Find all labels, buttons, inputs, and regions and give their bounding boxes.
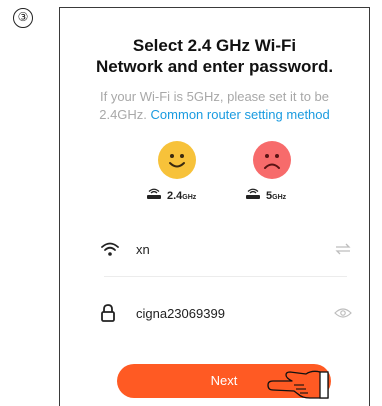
instructions-line-1: If your Wi-Fi is 5GHz, please set it to …	[99, 89, 330, 104]
wifi-network-field[interactable]: xn	[100, 234, 355, 264]
pointing-hand-icon	[267, 370, 329, 399]
instructions-text: If your Wi-Fi is 5GHz, please set it to …	[68, 88, 361, 124]
router-icon	[245, 188, 261, 203]
band-5-label: 5GHz	[266, 190, 286, 202]
switch-network-icon[interactable]	[331, 239, 355, 259]
eye-icon[interactable]	[331, 303, 355, 323]
wifi-ssid-value[interactable]: xn	[126, 242, 331, 257]
band-2-4-label: 2.4GHz	[167, 190, 196, 202]
wifi-setup-panel: Select 2.4 GHz Wi-Fi Network and enter p…	[59, 7, 370, 406]
router-icon	[146, 188, 162, 203]
password-value[interactable]: cigna23069399	[126, 306, 331, 321]
band-5ghz: 5GHz	[245, 188, 286, 203]
band-5-unit: GHz	[272, 193, 287, 201]
lock-icon	[100, 303, 126, 323]
band-2-4ghz: 2.4GHz	[146, 188, 196, 203]
step-number-badge: ③	[13, 8, 33, 28]
happy-face-icon	[158, 141, 196, 179]
wifi-icon	[100, 239, 126, 259]
password-field[interactable]: cigna23069399	[100, 298, 355, 328]
title-line-1: Select 2.4 GHz Wi-Fi	[132, 36, 297, 55]
band-2-4-unit: GHz	[182, 193, 197, 201]
band-2-4-value: 2.4	[167, 189, 183, 202]
field-divider	[104, 276, 347, 277]
instructions-prefix: 2.4GHz.	[99, 107, 147, 122]
title-line-2: Network and enter password.	[95, 57, 334, 76]
page-title: Select 2.4 GHz Wi-Fi Network and enter p…	[60, 35, 369, 77]
instructions-line-2: 2.4GHz. Common router setting method	[68, 106, 361, 124]
router-setting-link[interactable]: Common router setting method	[151, 107, 330, 122]
sad-face-icon	[253, 141, 291, 179]
